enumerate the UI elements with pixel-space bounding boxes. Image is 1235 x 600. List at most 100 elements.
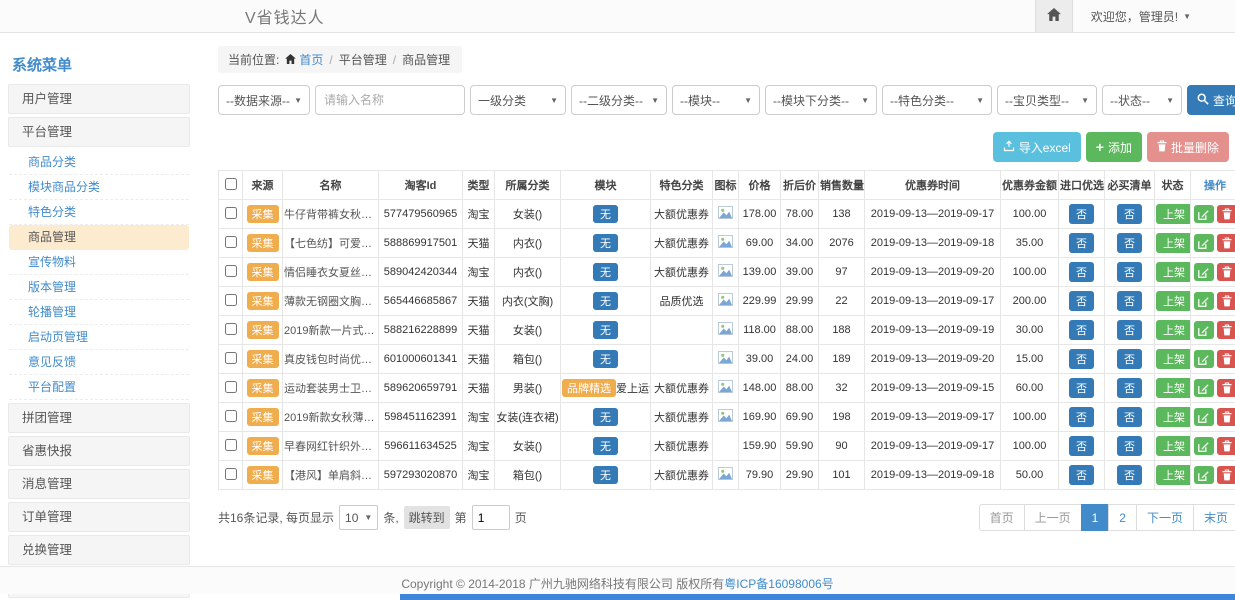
status-toggle[interactable]: 上架 (1156, 349, 1191, 369)
delete-button[interactable] (1217, 350, 1235, 368)
status-toggle[interactable]: 上架 (1156, 465, 1191, 485)
row-checkbox[interactable] (225, 236, 237, 248)
edit-button[interactable] (1194, 408, 1214, 426)
sidebar-item[interactable]: 轮播管理 (9, 300, 189, 325)
import-select-toggle[interactable]: 否 (1069, 378, 1094, 398)
status-toggle[interactable]: 上架 (1156, 407, 1191, 427)
status-toggle[interactable]: 上架 (1156, 291, 1191, 311)
delete-button[interactable] (1217, 437, 1235, 455)
data-source-select[interactable]: --数据来源--▼ (218, 85, 310, 115)
breadcrumb-home-link[interactable]: 首页 (285, 51, 323, 68)
must-buy-toggle[interactable]: 否 (1117, 378, 1142, 398)
user-menu[interactable]: 欢迎您，管理员! ▼ (1073, 8, 1235, 25)
sidebar-item[interactable]: 模块商品分类 (9, 175, 189, 200)
row-checkbox[interactable] (225, 439, 237, 451)
import-select-toggle[interactable]: 否 (1069, 233, 1094, 253)
delete-button[interactable] (1217, 466, 1235, 484)
import-select-toggle[interactable]: 否 (1069, 349, 1094, 369)
must-buy-toggle[interactable]: 否 (1117, 291, 1142, 311)
name-input[interactable] (315, 85, 465, 115)
status-toggle[interactable]: 上架 (1156, 233, 1191, 253)
row-checkbox[interactable] (225, 207, 237, 219)
status-toggle[interactable]: 上架 (1156, 320, 1191, 340)
jump-page-input[interactable] (472, 505, 510, 530)
delete-button[interactable] (1217, 205, 1235, 223)
sidebar-item[interactable]: 商品管理 (9, 225, 189, 250)
delete-button[interactable] (1217, 379, 1235, 397)
delete-button[interactable] (1217, 321, 1235, 339)
status-select[interactable]: --状态--▼ (1102, 85, 1182, 115)
import-select-toggle[interactable]: 否 (1069, 262, 1094, 282)
sidebar-section-header[interactable]: 平台管理 (8, 117, 190, 147)
row-checkbox[interactable] (225, 294, 237, 306)
sidebar-item[interactable]: 启动页管理 (9, 325, 189, 350)
sidebar-section-header[interactable]: 订单管理 (8, 502, 190, 532)
import-select-toggle[interactable]: 否 (1069, 320, 1094, 340)
delete-button[interactable] (1217, 408, 1235, 426)
import-excel-button[interactable]: 导入excel (993, 132, 1081, 162)
module-subcategory-select[interactable]: --模块下分类--▼ (765, 85, 877, 115)
row-checkbox[interactable] (225, 265, 237, 277)
delete-button[interactable] (1217, 263, 1235, 281)
edit-button[interactable] (1194, 292, 1214, 310)
sidebar-item[interactable]: 版本管理 (9, 275, 189, 300)
delete-button[interactable] (1217, 234, 1235, 252)
must-buy-toggle[interactable]: 否 (1117, 204, 1142, 224)
import-select-toggle[interactable]: 否 (1069, 407, 1094, 427)
icp-link[interactable]: 粤ICP备16098006号 (724, 577, 833, 591)
search-button[interactable]: 查询 (1187, 85, 1235, 115)
must-buy-toggle[interactable]: 否 (1117, 233, 1142, 253)
jump-button[interactable]: 跳转到 (404, 506, 450, 529)
page-button[interactable]: 2 (1108, 504, 1137, 531)
edit-button[interactable] (1194, 234, 1214, 252)
edit-button[interactable] (1194, 379, 1214, 397)
row-checkbox[interactable] (225, 352, 237, 364)
must-buy-toggle[interactable]: 否 (1117, 436, 1142, 456)
sidebar-section-header[interactable]: 省惠快报 (8, 436, 190, 466)
import-select-toggle[interactable]: 否 (1069, 436, 1094, 456)
must-buy-toggle[interactable]: 否 (1117, 320, 1142, 340)
must-buy-toggle[interactable]: 否 (1117, 349, 1142, 369)
page-button[interactable]: 上一页 (1024, 504, 1082, 531)
import-select-toggle[interactable]: 否 (1069, 291, 1094, 311)
add-button[interactable]: + 添加 (1086, 132, 1142, 162)
page-button[interactable]: 首页 (979, 504, 1025, 531)
sidebar-item[interactable]: 意见反馈 (9, 350, 189, 375)
sidebar-item[interactable]: 宣传物料 (9, 250, 189, 275)
status-toggle[interactable]: 上架 (1156, 204, 1191, 224)
must-buy-toggle[interactable]: 否 (1117, 407, 1142, 427)
sidebar-item[interactable]: 平台配置 (9, 375, 189, 400)
edit-button[interactable] (1194, 205, 1214, 223)
sidebar-section-header[interactable]: 兑换管理 (8, 535, 190, 565)
edit-button[interactable] (1194, 321, 1214, 339)
delete-button[interactable] (1217, 292, 1235, 310)
feature-category-select[interactable]: --特色分类--▼ (882, 85, 992, 115)
module-select[interactable]: --模块--▼ (672, 85, 760, 115)
page-button[interactable]: 末页 (1193, 504, 1235, 531)
item-type-select[interactable]: --宝贝类型--▼ (997, 85, 1097, 115)
status-toggle[interactable]: 上架 (1156, 378, 1191, 398)
sidebar-item[interactable]: 商品分类 (9, 150, 189, 175)
row-checkbox[interactable] (225, 468, 237, 480)
page-button[interactable]: 下一页 (1136, 504, 1194, 531)
import-select-toggle[interactable]: 否 (1069, 465, 1094, 485)
batch-delete-button[interactable]: 批量删除 (1147, 132, 1229, 162)
import-select-toggle[interactable]: 否 (1069, 204, 1094, 224)
sidebar-section-header[interactable]: 用户管理 (8, 84, 190, 114)
edit-button[interactable] (1194, 437, 1214, 455)
level2-category-select[interactable]: --二级分类--▼ (571, 85, 667, 115)
level1-category-select[interactable]: 一级分类▼ (470, 85, 566, 115)
per-page-select[interactable]: 10 ▼ (339, 505, 378, 530)
row-checkbox[interactable] (225, 410, 237, 422)
row-checkbox[interactable] (225, 323, 237, 335)
sidebar-section-header[interactable]: 消息管理 (8, 469, 190, 499)
select-all-checkbox[interactable] (225, 178, 237, 190)
home-button[interactable] (1035, 0, 1073, 32)
sidebar-item[interactable]: 特色分类 (9, 200, 189, 225)
row-checkbox[interactable] (225, 381, 237, 393)
status-toggle[interactable]: 上架 (1156, 436, 1191, 456)
page-button[interactable]: 1 (1081, 504, 1110, 531)
edit-button[interactable] (1194, 263, 1214, 281)
must-buy-toggle[interactable]: 否 (1117, 465, 1142, 485)
breadcrumb-item[interactable]: 平台管理 (339, 51, 387, 68)
